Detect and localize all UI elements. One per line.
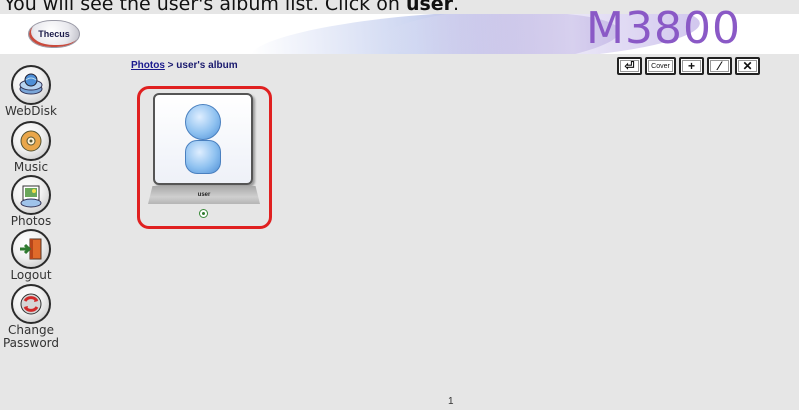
sidebar-item-webdisk[interactable]: WebDisk	[0, 65, 62, 118]
sidebar-label-logout: Logout	[10, 268, 52, 282]
photos-icon	[11, 175, 51, 215]
delete-button[interactable]: ✕	[735, 57, 760, 75]
breadcrumb-separator: >	[164, 60, 177, 71]
sidebar-item-photos[interactable]: Photos	[0, 175, 62, 228]
breadcrumb-photos-link[interactable]: Photos	[131, 60, 165, 71]
logout-icon	[11, 229, 51, 269]
album-name: user	[197, 192, 211, 198]
user-avatar-body	[185, 140, 221, 174]
sidebar-label-photos: Photos	[10, 214, 52, 228]
album-name-plate: user	[148, 186, 260, 204]
caption-text: You will see the user's album list. Clic…	[4, 0, 406, 15]
logo-text: Thecus	[38, 29, 70, 39]
thecus-logo: Thecus	[28, 20, 80, 48]
user-avatar-head	[185, 104, 221, 140]
caption-bold-text: user	[405, 0, 454, 15]
delete-icon: ✕	[742, 59, 753, 73]
add-button[interactable]: +	[679, 57, 704, 75]
add-icon: +	[687, 59, 695, 73]
cover-label: Cover	[651, 62, 670, 70]
sidebar-label-webdisk: WebDisk	[5, 104, 57, 118]
back-icon: ⏎	[624, 59, 635, 73]
sidebar-item-music[interactable]: Music	[0, 121, 62, 174]
sidebar-label-music: Music	[13, 160, 49, 174]
edit-icon: ⁄	[718, 59, 721, 73]
edit-button[interactable]: ⁄	[707, 57, 732, 75]
album-toolbar: ⏎ Cover + ⁄ ✕	[617, 57, 760, 75]
sidebar-label-password: Password	[2, 336, 60, 350]
cover-button[interactable]: Cover	[645, 57, 676, 75]
change-password-icon	[11, 284, 51, 324]
page-number[interactable]: 1	[448, 396, 454, 407]
sidebar-item-logout[interactable]: Logout	[0, 229, 62, 282]
model-title: M3800	[586, 3, 741, 54]
webdisk-icon	[11, 65, 51, 105]
back-button[interactable]: ⏎	[617, 57, 642, 75]
caption-end: .	[453, 0, 460, 15]
music-icon	[11, 121, 51, 161]
sidebar-item-change-password[interactable]: Change Password	[0, 284, 62, 350]
breadcrumb: Photos > user's album	[131, 60, 238, 71]
breadcrumb-current: user's album	[176, 60, 238, 71]
album-select-radio[interactable]	[199, 209, 208, 218]
